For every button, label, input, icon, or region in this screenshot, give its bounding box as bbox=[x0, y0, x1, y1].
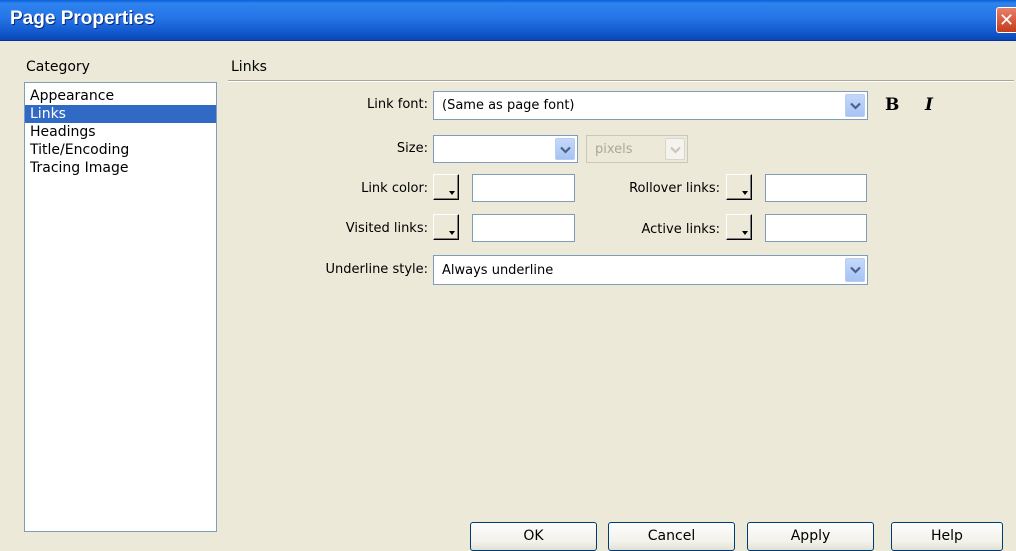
link-color-label: Link color: bbox=[361, 181, 428, 196]
section-divider bbox=[228, 80, 1014, 82]
category-item-title-encoding[interactable]: Title/Encoding bbox=[25, 141, 216, 159]
size-select[interactable] bbox=[433, 135, 578, 163]
chevron-down-icon[interactable] bbox=[845, 258, 865, 282]
close-button[interactable]: ✕ bbox=[996, 7, 1016, 33]
title-bar: Page Properties ✕ bbox=[0, 0, 1016, 41]
visited-links-label: Visited links: bbox=[345, 221, 428, 236]
link-font-select[interactable]: (Same as page font) bbox=[433, 91, 868, 120]
category-item-links[interactable]: Links bbox=[25, 105, 216, 123]
category-list[interactable]: Appearance Links Headings Title/Encoding… bbox=[24, 82, 217, 532]
size-label: Size: bbox=[396, 141, 428, 156]
size-unit-value: pixels bbox=[595, 142, 633, 157]
chevron-down-icon bbox=[665, 138, 685, 160]
active-links-input[interactable] bbox=[765, 214, 867, 242]
underline-style-value: Always underline bbox=[442, 263, 554, 278]
chevron-down-icon[interactable] bbox=[845, 94, 865, 117]
italic-button[interactable]: I bbox=[925, 95, 933, 115]
help-button[interactable]: Help bbox=[891, 522, 1003, 551]
link-color-input[interactable] bbox=[472, 174, 575, 202]
rollover-links-swatch[interactable] bbox=[726, 174, 752, 200]
bold-button[interactable]: B bbox=[885, 95, 899, 115]
apply-button[interactable]: Apply bbox=[747, 522, 874, 551]
cancel-button[interactable]: Cancel bbox=[608, 522, 735, 551]
category-item-tracing-image[interactable]: Tracing Image bbox=[25, 159, 216, 177]
ok-button[interactable]: OK bbox=[470, 522, 597, 551]
visited-links-input[interactable] bbox=[472, 214, 575, 242]
category-item-headings[interactable]: Headings bbox=[25, 123, 216, 141]
chevron-down-icon[interactable] bbox=[555, 138, 575, 160]
visited-links-swatch[interactable] bbox=[433, 214, 459, 240]
category-heading: Category bbox=[26, 59, 90, 75]
underline-style-label: Underline style: bbox=[325, 262, 429, 277]
section-title: Links bbox=[231, 59, 267, 75]
rollover-links-label: Rollover links: bbox=[629, 181, 720, 196]
link-color-swatch[interactable] bbox=[433, 174, 459, 200]
link-font-value: (Same as page font) bbox=[442, 98, 575, 113]
active-links-label: Active links: bbox=[641, 222, 721, 237]
window-title: Page Properties bbox=[10, 8, 155, 29]
active-links-swatch[interactable] bbox=[726, 214, 752, 240]
category-item-appearance[interactable]: Appearance bbox=[25, 87, 216, 105]
rollover-links-input[interactable] bbox=[765, 174, 867, 202]
link-font-label: Link font: bbox=[366, 97, 428, 112]
close-icon: ✕ bbox=[998, 10, 1015, 31]
underline-style-select[interactable]: Always underline bbox=[433, 255, 868, 285]
size-unit-select: pixels bbox=[586, 135, 688, 163]
